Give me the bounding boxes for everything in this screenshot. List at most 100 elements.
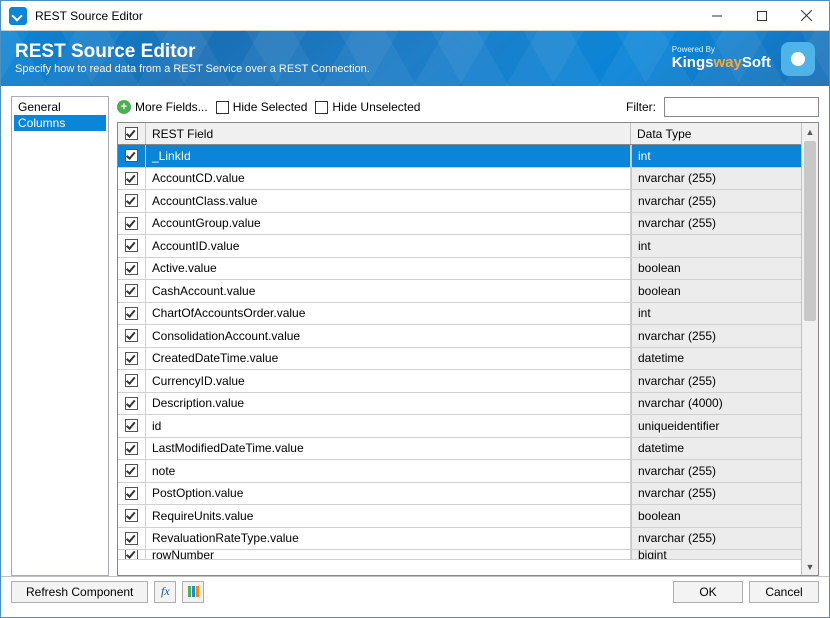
row-checkbox[interactable] [118,258,146,280]
row-checkbox[interactable] [118,168,146,190]
table-row[interactable]: Description.valuenvarchar (4000) [118,393,801,416]
cell-data-type[interactable]: boolean [631,258,801,280]
column-map-button[interactable] [182,581,204,603]
sidebar: GeneralColumns [11,96,109,576]
cell-rest-field[interactable]: CreatedDateTime.value [146,348,631,370]
table-row[interactable]: ChartOfAccountsOrder.valueint [118,303,801,326]
more-fields-button[interactable]: + More Fields... [117,100,208,114]
refresh-component-button[interactable]: Refresh Component [11,581,148,603]
cell-rest-field[interactable]: id [146,415,631,437]
row-checkbox[interactable] [118,483,146,505]
header-data-type[interactable]: Data Type [631,123,801,144]
cell-data-type[interactable]: datetime [631,438,801,460]
ok-button[interactable]: OK [673,581,743,603]
cell-rest-field[interactable]: AccountClass.value [146,190,631,212]
row-checkbox[interactable] [118,325,146,347]
table-row[interactable]: LastModifiedDateTime.valuedatetime [118,438,801,461]
cell-rest-field[interactable]: rowNumber [146,550,631,559]
row-checkbox[interactable] [118,550,146,559]
cell-data-type[interactable]: int [631,303,801,325]
cell-rest-field[interactable]: ChartOfAccountsOrder.value [146,303,631,325]
table-row[interactable]: AccountID.valueint [118,235,801,258]
table-row[interactable]: rowNumberbigint [118,550,801,560]
cell-rest-field[interactable]: Active.value [146,258,631,280]
cell-data-type[interactable]: nvarchar (255) [631,213,801,235]
cell-data-type[interactable]: nvarchar (4000) [631,393,801,415]
table-row[interactable]: AccountCD.valuenvarchar (255) [118,168,801,191]
table-row[interactable]: AccountClass.valuenvarchar (255) [118,190,801,213]
cell-rest-field[interactable]: RequireUnits.value [146,505,631,527]
cell-rest-field[interactable]: CurrencyID.value [146,370,631,392]
hide-selected-checkbox[interactable]: Hide Selected [216,100,308,114]
table-row[interactable]: ConsolidationAccount.valuenvarchar (255) [118,325,801,348]
cell-rest-field[interactable]: note [146,460,631,482]
header-rest-field[interactable]: REST Field [146,123,631,144]
row-checkbox[interactable] [118,393,146,415]
table-row[interactable]: RevaluationRateType.valuenvarchar (255) [118,528,801,551]
expression-button[interactable]: fx [154,581,176,603]
checkbox-icon [125,284,138,297]
filter-input[interactable] [664,97,819,117]
sidebar-item-general[interactable]: General [14,99,106,115]
checkbox-icon [315,101,328,114]
cell-data-type[interactable]: nvarchar (255) [631,168,801,190]
row-checkbox[interactable] [118,370,146,392]
checkbox-icon [125,442,138,455]
table-row[interactable]: _LinkIdint [118,145,801,168]
cell-data-type[interactable]: nvarchar (255) [631,460,801,482]
cell-data-type[interactable]: nvarchar (255) [631,370,801,392]
minimize-button[interactable] [694,1,739,31]
cell-data-type[interactable]: datetime [631,348,801,370]
scroll-thumb[interactable] [804,141,816,321]
cell-data-type[interactable]: nvarchar (255) [631,325,801,347]
row-checkbox[interactable] [118,460,146,482]
cell-rest-field[interactable]: LastModifiedDateTime.value [146,438,631,460]
cell-data-type[interactable]: uniqueidentifier [631,415,801,437]
table-row[interactable]: Active.valueboolean [118,258,801,281]
table-row[interactable]: iduniqueidentifier [118,415,801,438]
vertical-scrollbar[interactable]: ▲ ▼ [801,123,818,575]
cell-data-type[interactable]: nvarchar (255) [631,190,801,212]
row-checkbox[interactable] [118,145,146,167]
cell-rest-field[interactable]: _LinkId [146,145,631,167]
row-checkbox[interactable] [118,213,146,235]
cell-rest-field[interactable]: AccountGroup.value [146,213,631,235]
cell-rest-field[interactable]: AccountID.value [146,235,631,257]
row-checkbox[interactable] [118,190,146,212]
cell-rest-field[interactable]: ConsolidationAccount.value [146,325,631,347]
row-checkbox[interactable] [118,348,146,370]
table-row[interactable]: notenvarchar (255) [118,460,801,483]
cell-rest-field[interactable]: AccountCD.value [146,168,631,190]
cell-data-type[interactable]: boolean [631,280,801,302]
cell-data-type[interactable]: nvarchar (255) [631,483,801,505]
cell-rest-field[interactable]: PostOption.value [146,483,631,505]
cell-data-type[interactable]: boolean [631,505,801,527]
cell-data-type[interactable]: bigint [631,550,801,559]
row-checkbox[interactable] [118,280,146,302]
table-row[interactable]: PostOption.valuenvarchar (255) [118,483,801,506]
maximize-button[interactable] [739,1,784,31]
close-button[interactable] [784,1,829,31]
cell-rest-field[interactable]: CashAccount.value [146,280,631,302]
sidebar-item-columns[interactable]: Columns [14,115,106,131]
cancel-button[interactable]: Cancel [749,581,819,603]
table-row[interactable]: CashAccount.valueboolean [118,280,801,303]
hide-unselected-checkbox[interactable]: Hide Unselected [315,100,420,114]
row-checkbox[interactable] [118,505,146,527]
table-row[interactable]: CreatedDateTime.valuedatetime [118,348,801,371]
cell-data-type[interactable]: int [631,145,801,167]
cell-data-type[interactable]: int [631,235,801,257]
header-check-all[interactable] [118,123,146,144]
row-checkbox[interactable] [118,438,146,460]
table-row[interactable]: AccountGroup.valuenvarchar (255) [118,213,801,236]
row-checkbox[interactable] [118,303,146,325]
row-checkbox[interactable] [118,528,146,550]
checkbox-icon [125,172,138,185]
row-checkbox[interactable] [118,415,146,437]
table-row[interactable]: RequireUnits.valueboolean [118,505,801,528]
row-checkbox[interactable] [118,235,146,257]
cell-data-type[interactable]: nvarchar (255) [631,528,801,550]
cell-rest-field[interactable]: Description.value [146,393,631,415]
table-row[interactable]: CurrencyID.valuenvarchar (255) [118,370,801,393]
cell-rest-field[interactable]: RevaluationRateType.value [146,528,631,550]
